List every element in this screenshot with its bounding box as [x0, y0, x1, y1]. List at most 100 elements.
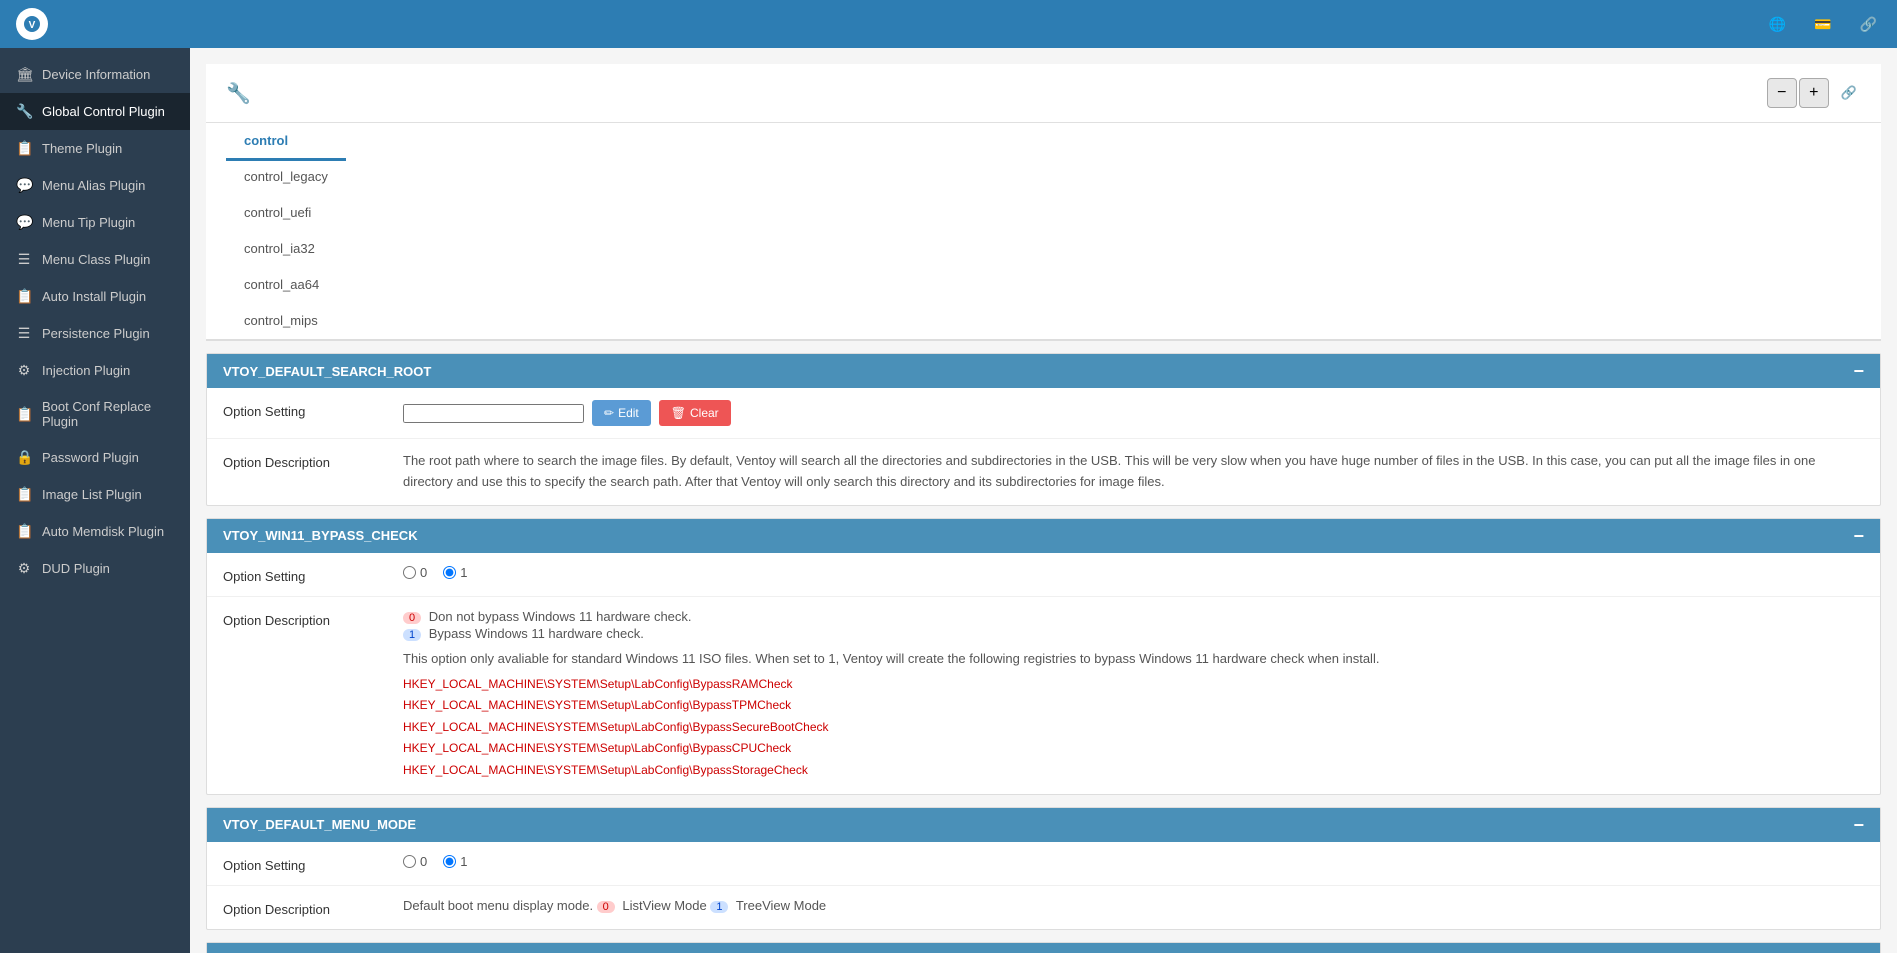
section-collapse-1[interactable]: −	[1853, 527, 1864, 545]
sidebar-item-injection-plugin[interactable]: ⚙ Injection Plugin	[0, 352, 190, 389]
plugin-doc-link[interactable]: 🔗	[1841, 85, 1861, 101]
sidebar-icon-0: 🏛	[16, 66, 32, 83]
section-header-vtoy-win11-bypass-check[interactable]: VTOY_WIN11_BYPASS_CHECK −	[207, 519, 1880, 553]
collapse-all-button[interactable]: −	[1767, 78, 1797, 108]
reg-item-2: HKEY_LOCAL_MACHINE\SYSTEM\Setup\LabConfi…	[403, 717, 1864, 739]
page-header-left: 🔧	[226, 81, 261, 106]
sidebar-item-dud-plugin[interactable]: ⚙ DUD Plugin	[0, 550, 190, 587]
collapse-btn-group: − +	[1767, 78, 1829, 108]
sidebar-item-auto-memdisk-plugin[interactable]: 📋 Auto Memdisk Plugin	[0, 513, 190, 550]
desc-item-0: 0 Don not bypass Windows 11 hardware che…	[403, 609, 1864, 624]
wrench-icon: 🔧	[226, 81, 251, 106]
extra-text-1-1: This option only avaliable for standard …	[403, 651, 1864, 666]
expand-all-button[interactable]: +	[1799, 78, 1829, 108]
row-label-0-1: Option Description	[223, 451, 403, 470]
row-content-2-1: Default boot menu display mode. 0 ListVi…	[403, 898, 1864, 913]
tab-control_uefi[interactable]: control_uefi	[226, 195, 346, 233]
row-label-2-0: Option Setting	[223, 854, 403, 873]
section-title-2: VTOY_DEFAULT_MENU_MODE	[223, 817, 416, 832]
sidebar-icon-1: 🔧	[16, 103, 32, 120]
sidebar-item-boot-conf-replace-plugin[interactable]: 📋 Boot Conf Replace Plugin	[0, 389, 190, 439]
content-inner: 🔧 − + 🔗 controlcontrol_legacycontrol_	[206, 64, 1881, 953]
lang-link[interactable]: 🌐	[1769, 16, 1790, 33]
section-2-row-0: Option Setting 0 1	[207, 842, 1880, 886]
section-header-vtoy-default-search-root[interactable]: VTOY_DEFAULT_SEARCH_ROOT −	[207, 354, 1880, 388]
sidebar-item-global-control-plugin[interactable]: 🔧 Global Control Plugin	[0, 93, 190, 130]
sidebar-item-auto-install-plugin[interactable]: 📋 Auto Install Plugin	[0, 278, 190, 315]
row-content-1-0: 0 1	[403, 565, 1864, 580]
topbar-nav: 🌐 💳 🔗	[1769, 16, 1881, 33]
sidebar-label-6: Auto Install Plugin	[42, 289, 146, 304]
sidebar-icon-10: 🔒	[16, 449, 32, 466]
donation-icon: 💳	[1814, 16, 1831, 33]
sidebar-icon-5: ☰	[16, 251, 32, 268]
radio-group-1-0: 0 1	[403, 565, 1864, 580]
section-0-row-1: Option DescriptionThe root path where to…	[207, 439, 1880, 505]
sidebar-label-5: Menu Class Plugin	[42, 252, 150, 267]
sidebar-item-menu-class-plugin[interactable]: ☰ Menu Class Plugin	[0, 241, 190, 278]
radio-label-1-1-0[interactable]: 1	[443, 565, 467, 580]
sidebar-item-menu-tip-plugin[interactable]: 💬 Menu Tip Plugin	[0, 204, 190, 241]
sidebar-label-10: Password Plugin	[42, 450, 139, 465]
section-vtoy-menu-timeout: VTOY_MENU_TIMEOUT −Option SettingOption …	[206, 942, 1881, 953]
sidebar-label-0: Device Information	[42, 67, 150, 82]
radio-input-1-2-0[interactable]	[443, 855, 456, 868]
radio-label-0-1-0[interactable]: 0	[403, 565, 427, 580]
sidebar-icon-2: 📋	[16, 140, 32, 157]
clear-button-0-0[interactable]: 🗑 Clear	[659, 400, 731, 426]
section-collapse-0[interactable]: −	[1853, 362, 1864, 380]
reg-item-3: HKEY_LOCAL_MACHINE\SYSTEM\Setup\LabConfi…	[403, 738, 1864, 760]
desc-text-0-1: The root path where to search the image …	[403, 451, 1864, 493]
tab-control_aa64[interactable]: control_aa64	[226, 267, 346, 305]
sidebar-item-image-list-plugin[interactable]: 📋 Image List Plugin	[0, 476, 190, 513]
radio-input-0-1-0[interactable]	[403, 566, 416, 579]
tab-control_legacy[interactable]: control_legacy	[226, 159, 346, 197]
row-content-0-0: ✏ Edit 🗑 Clear	[403, 400, 1864, 426]
section-vtoy-default-search-root: VTOY_DEFAULT_SEARCH_ROOT −Option Setting…	[206, 353, 1881, 506]
link-icon: 🔗	[1841, 85, 1857, 101]
section-title-0: VTOY_DEFAULT_SEARCH_ROOT	[223, 364, 431, 379]
page-header: 🔧 − + 🔗	[206, 64, 1881, 123]
sidebar-item-device-information[interactable]: 🏛 Device Information	[0, 56, 190, 93]
ventoy-link[interactable]: 🔗	[1860, 16, 1881, 33]
app-logo: V	[16, 8, 1769, 40]
donation-link[interactable]: 💳	[1814, 16, 1835, 33]
tab-control[interactable]: control	[226, 123, 346, 161]
sidebar-label-9: Boot Conf Replace Plugin	[42, 399, 174, 429]
sidebar-label-3: Menu Alias Plugin	[42, 178, 145, 193]
section-1-row-1: Option Description0 Don not bypass Windo…	[207, 597, 1880, 794]
tab-control_mips[interactable]: control_mips	[226, 303, 346, 341]
section-header-vtoy-menu-timeout[interactable]: VTOY_MENU_TIMEOUT −	[207, 943, 1880, 953]
reg-item-0: HKEY_LOCAL_MACHINE\SYSTEM\Setup\LabConfi…	[403, 674, 1864, 696]
sidebar-item-password-plugin[interactable]: 🔒 Password Plugin	[0, 439, 190, 476]
radio-input-1-1-0[interactable]	[443, 566, 456, 579]
sidebar-icon-13: ⚙	[16, 560, 32, 577]
radio-input-0-2-0[interactable]	[403, 855, 416, 868]
tab-control_ia32[interactable]: control_ia32	[226, 231, 346, 269]
sidebar-item-persistence-plugin[interactable]: ☰ Persistence Plugin	[0, 315, 190, 352]
sidebar-label-4: Menu Tip Plugin	[42, 215, 135, 230]
section-collapse-2[interactable]: −	[1853, 816, 1864, 834]
sidebar-label-12: Auto Memdisk Plugin	[42, 524, 164, 539]
sidebar-icon-3: 💬	[16, 177, 32, 194]
badge-1: 1	[403, 629, 421, 641]
sidebar-label-1: Global Control Plugin	[42, 104, 165, 119]
mode-badge-0: 0	[597, 901, 615, 913]
radio-label-1-2-0[interactable]: 1	[443, 854, 467, 869]
radio-label-0-2-0[interactable]: 0	[403, 854, 427, 869]
section-vtoy-win11-bypass-check: VTOY_WIN11_BYPASS_CHECK −Option Setting …	[206, 518, 1881, 795]
section-2-row-1: Option DescriptionDefault boot menu disp…	[207, 886, 1880, 929]
sidebar-icon-8: ⚙	[16, 362, 32, 379]
mode-badge-1: 1	[710, 901, 728, 913]
sidebar: 🏛 Device Information🔧 Global Control Plu…	[0, 48, 190, 953]
sidebar-item-menu-alias-plugin[interactable]: 💬 Menu Alias Plugin	[0, 167, 190, 204]
sidebar-item-theme-plugin[interactable]: 📋 Theme Plugin	[0, 130, 190, 167]
row-label-1-0: Option Setting	[223, 565, 403, 584]
edit-icon: ✏	[604, 406, 614, 420]
edit-button-0-0[interactable]: ✏ Edit	[592, 400, 651, 426]
sidebar-label-13: DUD Plugin	[42, 561, 110, 576]
text-input-0-0[interactable]	[403, 404, 584, 423]
row-content-0-1: The root path where to search the image …	[403, 451, 1864, 493]
sidebar-label-11: Image List Plugin	[42, 487, 142, 502]
section-header-vtoy-default-menu-mode[interactable]: VTOY_DEFAULT_MENU_MODE −	[207, 808, 1880, 842]
